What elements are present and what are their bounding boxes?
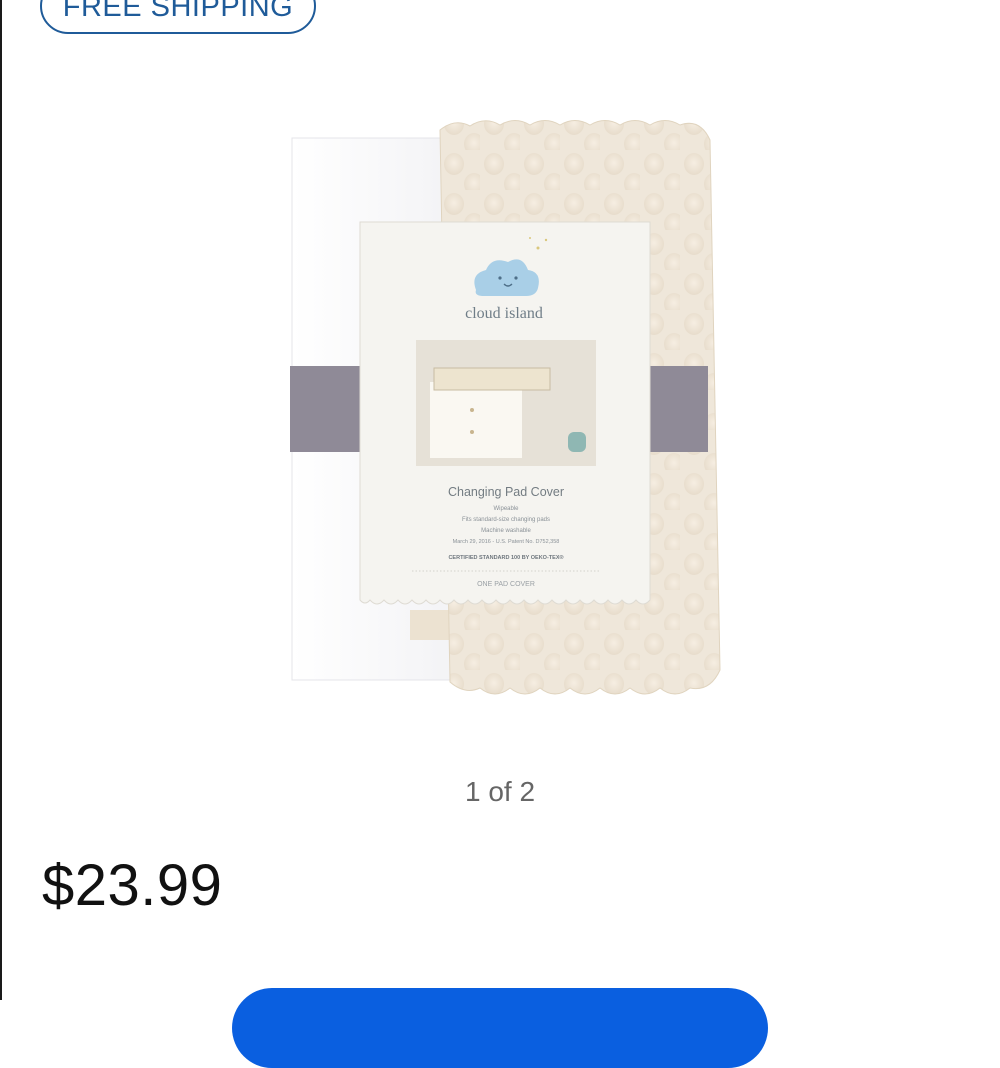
brand-name: cloud island — [465, 305, 543, 322]
product-price: $23.99 — [42, 853, 223, 918]
package-photo-knob — [470, 430, 474, 434]
page-left-border — [0, 0, 2, 1000]
package-photo-dresser — [430, 382, 522, 458]
package-feature-line: Machine washable — [481, 528, 531, 534]
product-name: Changing Pad Cover — [448, 485, 564, 499]
quantity-label: ONE PAD COVER — [477, 581, 535, 588]
package-photo-toy — [568, 432, 586, 452]
package-photo-pad — [433, 367, 551, 391]
image-counter: 1 of 2 — [464, 776, 536, 807]
free-shipping-label: FREE SHIPPING — [62, 0, 294, 23]
package-photo-knob — [470, 408, 474, 412]
package-feature-line: Wipeable — [493, 506, 519, 512]
package-feature-line: Fits standard-size changing pads — [462, 517, 550, 523]
primary-action-button[interactable] — [232, 988, 768, 1068]
free-shipping-badge: FREE SHIPPING — [40, 0, 316, 34]
certification-text: CERTIFIED STANDARD 100 BY OEKO-TEX® — [448, 554, 563, 561]
package-feature-line: March 29, 2016 - U.S. Patent No. D752,35… — [453, 539, 560, 545]
product-image[interactable]: cloud island Changing Pad Cover Wipeable… — [280, 110, 740, 720]
